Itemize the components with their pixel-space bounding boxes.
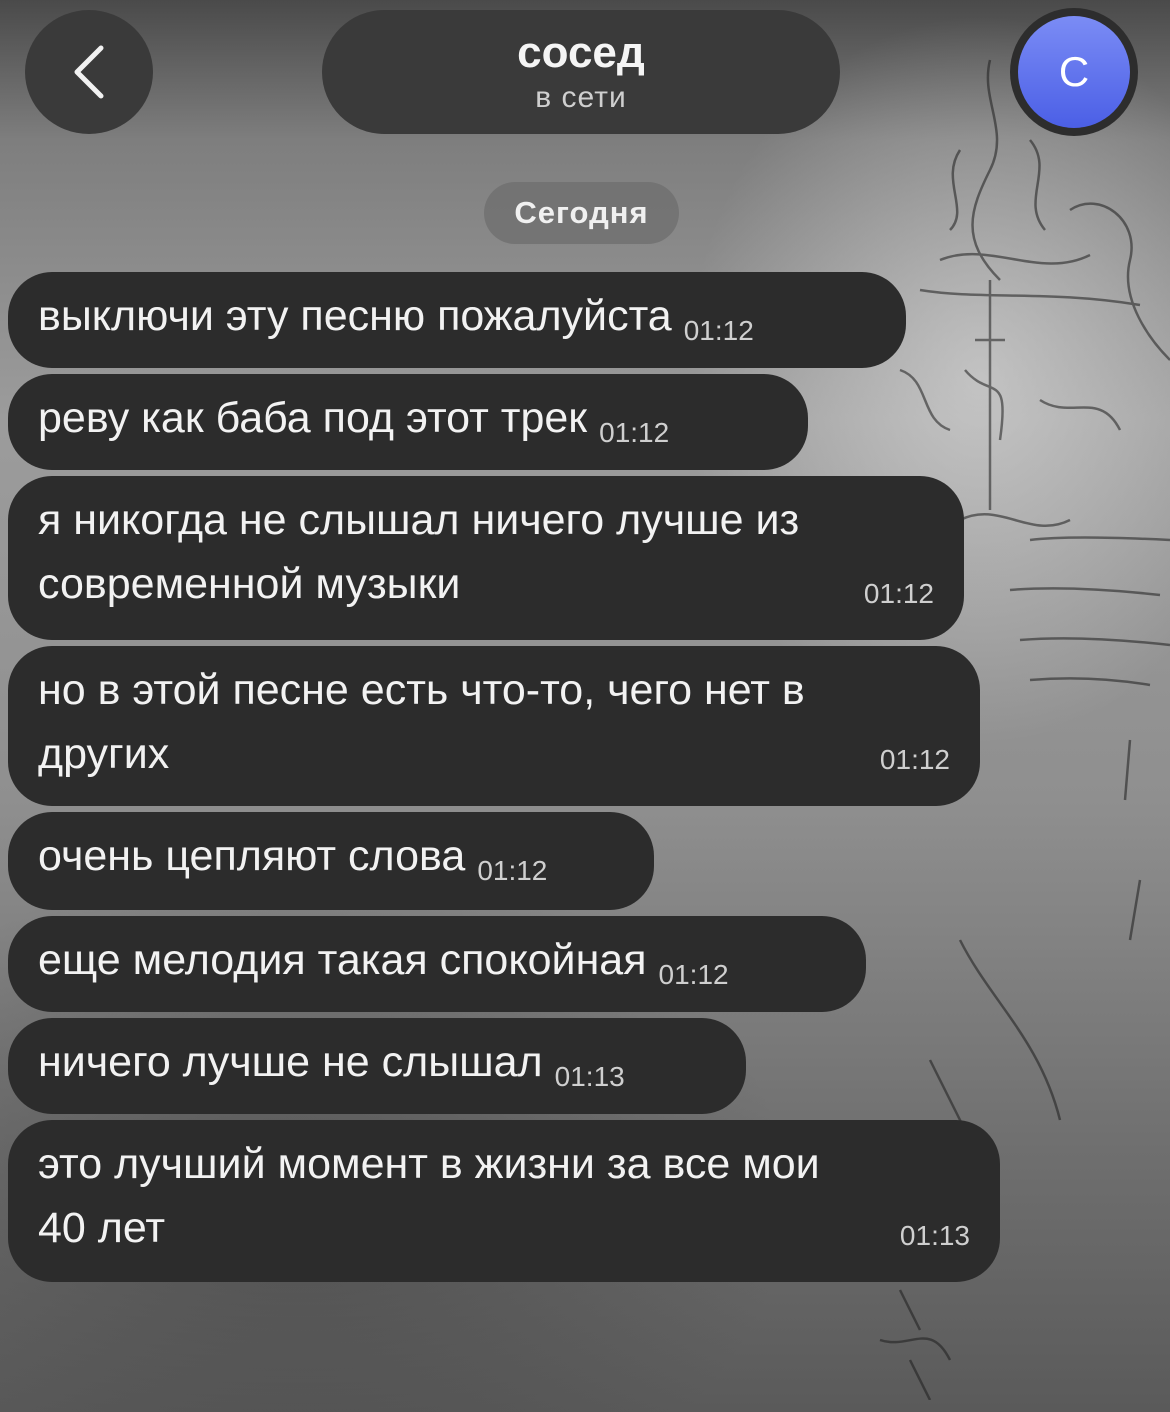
message-text: выключи эту песню пожалуйста — [38, 292, 672, 340]
message-time: 01:13 — [554, 1061, 625, 1092]
contact-name: сосед — [517, 28, 645, 77]
message-time: 01:12 — [879, 744, 950, 775]
message-text: но в этой песне есть что-то, чего нет в … — [38, 666, 805, 778]
message-bubble[interactable]: еще мелодия такая спокойная 01:12 — [8, 916, 866, 1012]
message-text: очень цепляют слова — [38, 832, 466, 880]
date-separator: Сегодня — [484, 182, 679, 244]
contact-avatar-button[interactable]: С — [1010, 8, 1138, 136]
message-time: 01:12 — [658, 959, 729, 990]
message-bubble[interactable]: выключи эту песню пожалуйста 01:12 — [8, 272, 906, 368]
message-text: это лучший момент в жизни за все мои 40 … — [38, 1140, 820, 1252]
message-text: реву как баба под этот трек — [38, 394, 588, 442]
message-bubble[interactable]: ничего лучше не слышал 01:13 — [8, 1018, 746, 1114]
message-time: 01:12 — [599, 417, 670, 448]
contact-status: в сети — [535, 81, 627, 114]
message-time: 01:12 — [863, 578, 934, 609]
message-bubble[interactable]: но в этой песне есть что-то, чего нет в … — [8, 646, 980, 806]
avatar: С — [1018, 16, 1130, 128]
message-text: я никогда не слышал ничего лучше из совр… — [38, 496, 800, 608]
message-time: 01:12 — [683, 315, 754, 346]
message-bubble[interactable]: это лучший момент в жизни за все мои 40 … — [8, 1120, 1000, 1282]
contact-header[interactable]: сосед в сети — [322, 10, 840, 134]
chevron-left-icon — [74, 45, 104, 99]
message-text: еще мелодия такая спокойная — [38, 936, 647, 984]
back-button[interactable] — [25, 10, 153, 134]
message-bubble[interactable]: я никогда не слышал ничего лучше из совр… — [8, 476, 964, 640]
message-time: 01:13 — [899, 1220, 970, 1251]
message-text: ничего лучше не слышал — [38, 1038, 543, 1086]
message-bubble[interactable]: очень цепляют слова 01:12 — [8, 812, 654, 910]
message-bubble[interactable]: реву как баба под этот трек 01:12 — [8, 374, 808, 470]
message-time: 01:12 — [477, 855, 548, 886]
